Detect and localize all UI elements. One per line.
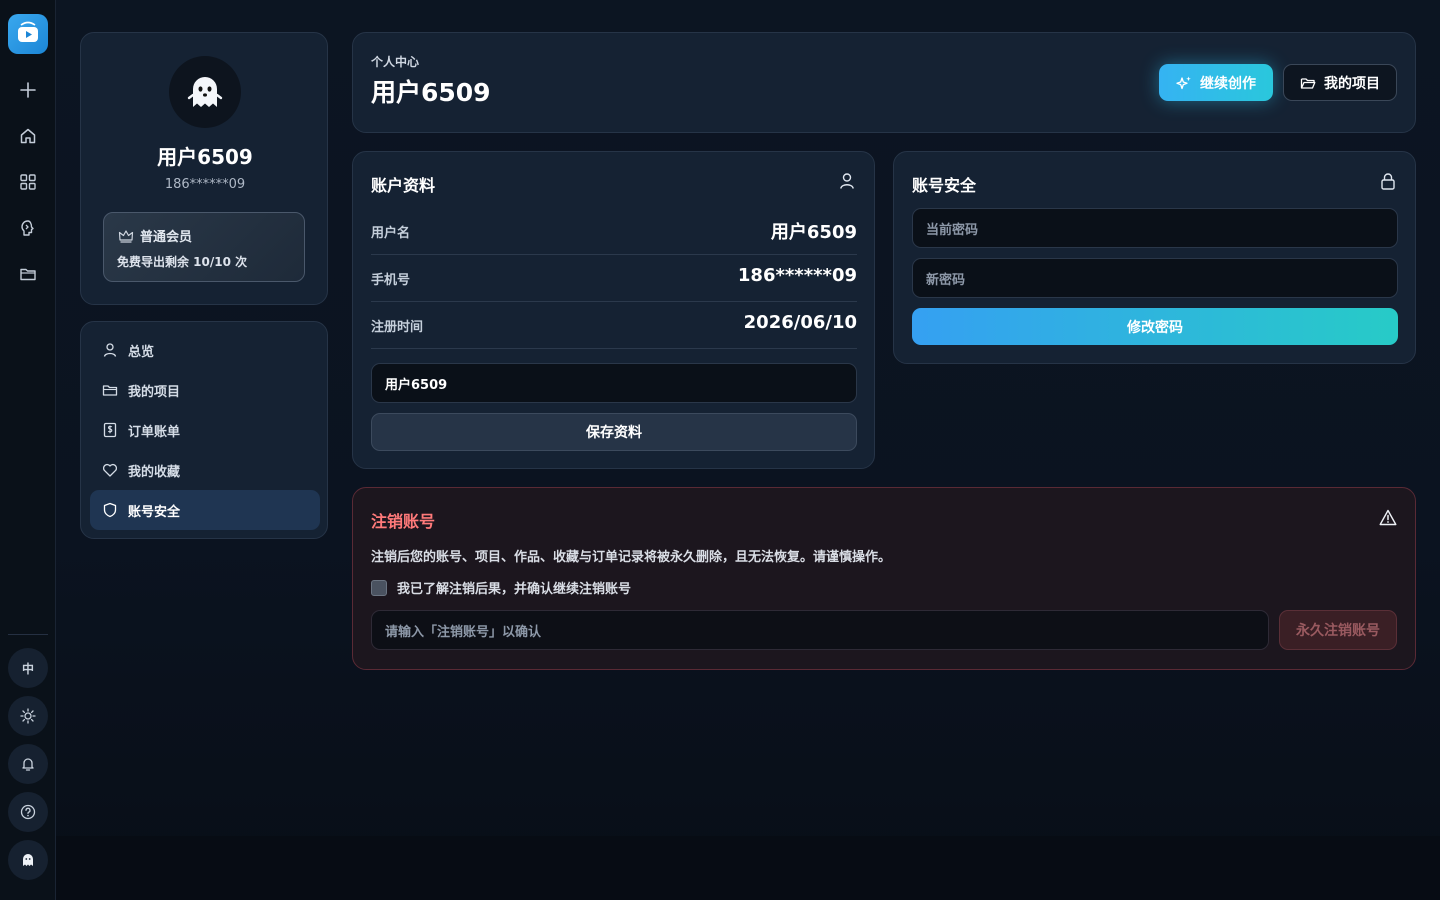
nav-item-overview[interactable]: 总览 [90, 330, 320, 370]
profile-name: 用户6509 [157, 145, 253, 169]
membership-title: 普通会员 [140, 230, 193, 245]
ai-icon [21, 220, 34, 236]
nav-label: 账号安全 [128, 504, 181, 520]
username-row: 用户名 用户6509 [371, 208, 857, 255]
avatar[interactable] [169, 56, 241, 128]
membership-badge[interactable]: 普通会员 免费导出剩余 10/10 次 [103, 212, 305, 282]
nav-label: 我的项目 [128, 384, 181, 400]
help-icon [20, 804, 36, 820]
account-security-title: 账号安全 [912, 176, 977, 195]
rail-ai-button[interactable] [8, 208, 48, 248]
folder-icon [102, 385, 118, 396]
play-box-icon [18, 21, 38, 42]
app-rail: 中 [0, 0, 56, 900]
delete-account-card: 注销账号 注销后您的账号、项目、作品、收藏与订单记录将被永久删除，且无法恢复。请… [352, 487, 1416, 670]
lock-icon [1381, 173, 1395, 190]
notifications-button[interactable] [8, 744, 48, 784]
confirm-checkbox[interactable] [371, 579, 387, 596]
permanent-delete-button[interactable]: 永久注销账号 [1279, 610, 1397, 650]
user-avatar-button[interactable] [8, 840, 48, 880]
phone-label: 手机号 [371, 273, 411, 288]
phone-value: 186******09 [737, 265, 857, 286]
bill-icon [103, 422, 117, 438]
sun-icon [20, 708, 36, 724]
rail-folder-button[interactable] [8, 254, 48, 294]
crown-icon [118, 229, 134, 243]
phone-row: 手机号 186******09 [371, 255, 857, 302]
confirm-checkbox-row[interactable]: 我已了解注销后果，并确认继续注销账号 [371, 578, 631, 597]
language-toggle[interactable]: 中 [8, 648, 48, 688]
save-profile-button[interactable]: 保存资料 [371, 413, 857, 451]
language-label: 中 [21, 661, 34, 676]
username-input[interactable]: 用户6509 [371, 363, 857, 403]
current-password-input[interactable]: 当前密码 [912, 208, 1398, 248]
save-profile-label: 保存资料 [586, 425, 642, 441]
registered-value: 2026/06/10 [743, 312, 857, 333]
nav-item-projects[interactable]: 我的项目 [90, 370, 320, 410]
export-quota: 免费导出剩余 10/10 次 [117, 255, 248, 269]
username-label: 用户名 [371, 226, 411, 241]
folder-open-icon [1300, 77, 1316, 89]
continue-creating-button[interactable]: 继续创作 [1159, 64, 1273, 101]
change-password-label: 修改密码 [1127, 319, 1183, 336]
change-password-button[interactable]: 修改密码 [912, 308, 1398, 345]
continue-creating-label: 继续创作 [1200, 75, 1256, 92]
nav-label: 总览 [128, 344, 155, 360]
my-projects-button[interactable]: 我的项目 [1283, 64, 1397, 101]
delete-account-title: 注销账号 [371, 512, 436, 531]
shield-icon [103, 502, 117, 518]
nav-item-orders[interactable]: 订单账单 [90, 410, 320, 450]
grid-icon [20, 174, 36, 190]
plus-icon [20, 82, 36, 98]
rail-divider [8, 634, 48, 635]
ghost-icon [23, 854, 33, 866]
delete-confirm-input[interactable]: 请输入「注销账号」以确认 [371, 610, 1269, 650]
help-button[interactable] [8, 792, 48, 832]
current-password-placeholder: 当前密码 [926, 222, 979, 238]
new-password-input[interactable]: 新密码 [912, 258, 1398, 298]
user-icon [840, 173, 854, 189]
membership-title-row: 普通会员 [118, 226, 192, 245]
profile-phone: 186******09 [164, 177, 246, 192]
bell-icon [22, 758, 34, 771]
permanent-delete-label: 永久注销账号 [1296, 623, 1380, 639]
username-value: 用户6509 [770, 222, 857, 243]
username-input-value: 用户6509 [385, 377, 448, 393]
profile-card: 用户6509 186******09 普通会员 免费导出剩余 10/10 次 [80, 32, 328, 305]
rail-home-button[interactable] [8, 116, 48, 156]
folder-icon [20, 268, 36, 281]
rail-new-button[interactable] [8, 70, 48, 110]
ghost-icon [187, 77, 223, 107]
heart-icon [102, 463, 118, 477]
account-profile-card: 账户资料 用户名 用户6509 手机号 186******09 注册时间 202… [352, 151, 875, 469]
sparkle-icon [1176, 76, 1191, 89]
my-projects-label: 我的项目 [1324, 75, 1380, 92]
account-profile-title: 账户资料 [371, 176, 436, 195]
warning-icon [1379, 509, 1397, 526]
nav-item-security[interactable]: 账号安全 [90, 490, 320, 530]
registered-label: 注册时间 [371, 320, 424, 335]
home-icon [20, 128, 36, 144]
page-header: 个人中心 用户6509 继续创作 我的项目 [352, 32, 1416, 133]
delete-confirm-placeholder: 请输入「注销账号」以确认 [385, 624, 542, 640]
confirm-checkbox-label: 我已了解注销后果，并确认继续注销账号 [397, 582, 632, 597]
account-security-card: 账号安全 当前密码 新密码 修改密码 [893, 151, 1416, 364]
breadcrumb: 个人中心 [371, 55, 420, 69]
page-title: 用户6509 [371, 78, 491, 107]
user-icon [103, 343, 117, 357]
app-logo[interactable] [8, 14, 48, 54]
nav-label: 订单账单 [128, 424, 181, 440]
registered-row: 注册时间 2026/06/10 [371, 302, 857, 349]
nav-item-favorites[interactable]: 我的收藏 [90, 450, 320, 490]
delete-account-description: 注销后您的账号、项目、作品、收藏与订单记录将被永久删除，且无法恢复。请谨慎操作。 [371, 550, 892, 565]
nav-label: 我的收藏 [128, 464, 181, 480]
theme-toggle[interactable] [8, 696, 48, 736]
new-password-placeholder: 新密码 [926, 272, 966, 288]
rail-apps-button[interactable] [8, 162, 48, 202]
account-nav: 总览 我的项目 订单账单 我的收藏 账号安全 [80, 321, 328, 539]
